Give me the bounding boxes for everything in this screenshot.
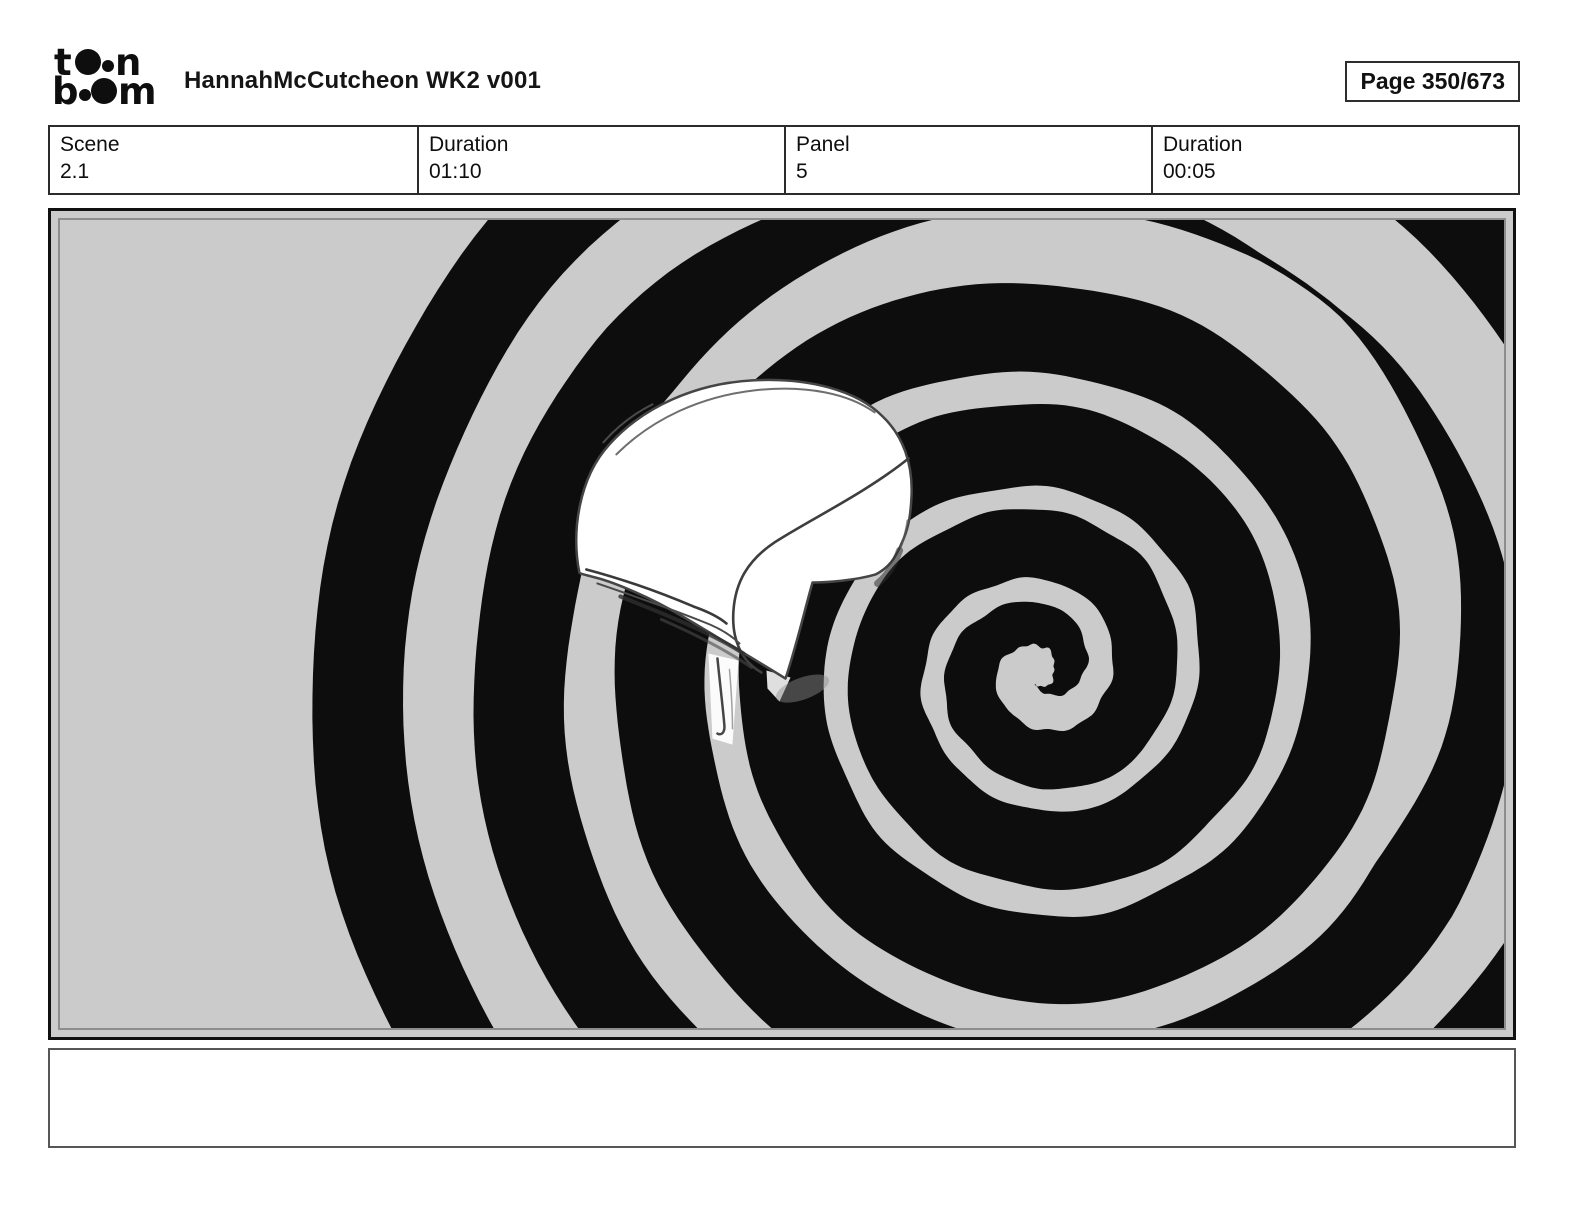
storyboard-panel-frame	[48, 208, 1516, 1040]
project-title: HannahMcCutcheon WK2 v001	[184, 67, 542, 94]
logo-dot-large-bottom	[91, 78, 117, 104]
scene-duration-value: 01:10	[429, 159, 482, 183]
info-cell-panel-duration: Duration 00:05	[1151, 127, 1518, 193]
panel-info-table: Scene 2.1 Duration 01:10 Panel 5 Duratio…	[48, 125, 1520, 195]
toonboom-logo-icon: t n b m	[52, 42, 157, 106]
panel-label: Panel	[796, 133, 850, 156]
info-cell-panel: Panel 5	[784, 127, 1151, 193]
panel-value: 5	[796, 159, 808, 183]
logo-letter-b: b	[52, 70, 79, 106]
scene-value: 2.1	[60, 159, 90, 183]
storyboard-drawing	[60, 220, 1504, 1028]
page-number-badge: Page 350/673	[1345, 61, 1520, 102]
logo-letter-m: m	[118, 70, 157, 106]
logo-dot-small-bottom	[79, 89, 91, 101]
panel-duration-value: 00:05	[1163, 159, 1216, 183]
caption-box	[48, 1048, 1516, 1148]
info-cell-scene: Scene 2.1	[50, 127, 417, 193]
logo-dot-small-top	[102, 60, 114, 72]
info-cell-scene-duration: Duration 01:10	[417, 127, 784, 193]
panel-duration-label: Duration	[1163, 133, 1243, 156]
logo-dot-large-top	[75, 49, 101, 75]
scene-duration-label: Duration	[429, 133, 509, 156]
storyboard-page: t n b m HannahMcCutcheon WK2 v001 Page 3…	[0, 0, 1584, 1224]
storyboard-panel-inner-frame	[58, 218, 1506, 1030]
scene-label: Scene	[60, 133, 120, 156]
